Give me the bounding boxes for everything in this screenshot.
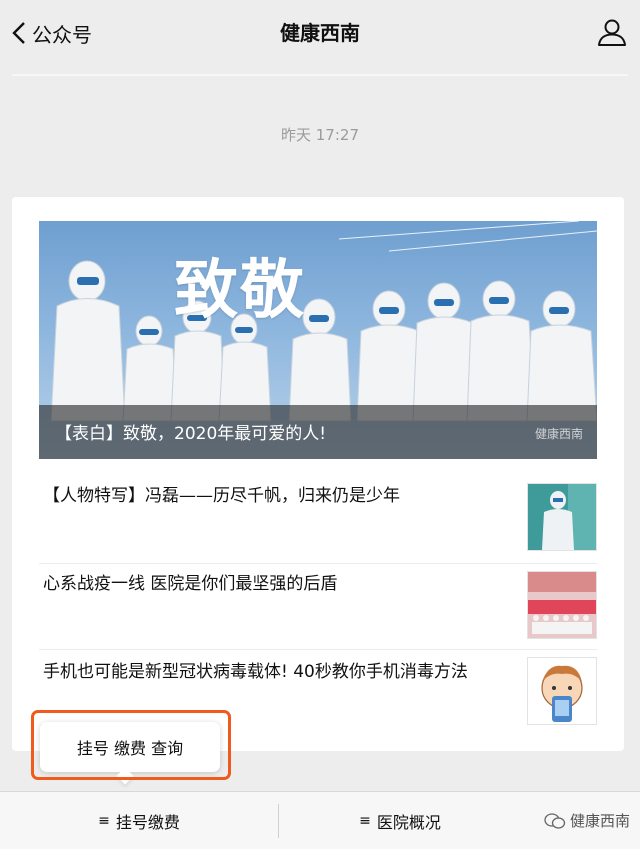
footer-watermark-text: 健康西南 (569, 812, 630, 830)
page-title: 健康西南 (280, 21, 360, 45)
article-divider (39, 649, 597, 650)
person-icon (598, 19, 626, 46)
thumbnail-image (528, 572, 596, 638)
article-thumbnail (527, 657, 597, 725)
thumbnail-image (528, 658, 596, 724)
submenu-item-label: 挂号 缴费 查询 (76, 739, 184, 758)
footer-watermark: 健康西南 (544, 810, 630, 831)
menu-item-label: 挂号缴费 (115, 812, 180, 832)
menu-divider (278, 804, 279, 838)
article-item-3[interactable]: 手机也可能是新型冠状病毒载体! 40秒教你手机消毒方法 (39, 657, 597, 727)
menu-item-registration[interactable]: ≡ 挂号缴费 (0, 792, 278, 849)
article-divider (39, 563, 597, 564)
menu-item-label: 医院概况 (376, 812, 441, 832)
menu-icon: ≡ (98, 812, 110, 829)
article-title: 心系战疫一线 医院是你们最坚强的后盾 (43, 574, 338, 594)
profile-button[interactable] (596, 16, 628, 48)
thumbnail-image (528, 484, 596, 550)
submenu-popup[interactable]: 挂号 缴费 查询 (40, 722, 220, 772)
hero-headline: 致敬 (174, 253, 306, 328)
message-timestamp: 昨天 17:27 (281, 126, 359, 144)
hero-article[interactable]: 致敬 【表白】致敬，2020年最可爱的人! 健康西南 (39, 221, 597, 459)
hero-caption: 【表白】致敬，2020年最可爱的人! (55, 424, 327, 444)
hero-watermark: 健康西南 (534, 427, 583, 441)
article-title: 【人物特写】冯磊——历尽千帆，归来仍是少年 (43, 486, 400, 506)
wechat-icon (544, 812, 566, 829)
menu-icon: ≡ (359, 812, 371, 829)
article-card: 致敬 【表白】致敬，2020年最可爱的人! 健康西南 【人物特写】冯磊——历尽千… (12, 197, 624, 751)
article-thumbnail (527, 571, 597, 639)
article-thumbnail (527, 483, 597, 551)
article-title: 手机也可能是新型冠状病毒载体! 40秒教你手机消毒方法 (43, 662, 468, 682)
nav-divider (12, 74, 628, 76)
article-item-2[interactable]: 心系战疫一线 医院是你们最坚强的后盾 (39, 571, 597, 641)
menu-item-hospital-overview[interactable]: ≡ 医院概况 (280, 792, 520, 849)
top-nav-bar: 公众号 健康西南 (0, 0, 640, 66)
article-item-1[interactable]: 【人物特写】冯磊——历尽千帆，归来仍是少年 (39, 483, 597, 553)
bottom-menu-bar: ≡ 挂号缴费 ≡ 医院概况 健康西南 (0, 791, 640, 849)
